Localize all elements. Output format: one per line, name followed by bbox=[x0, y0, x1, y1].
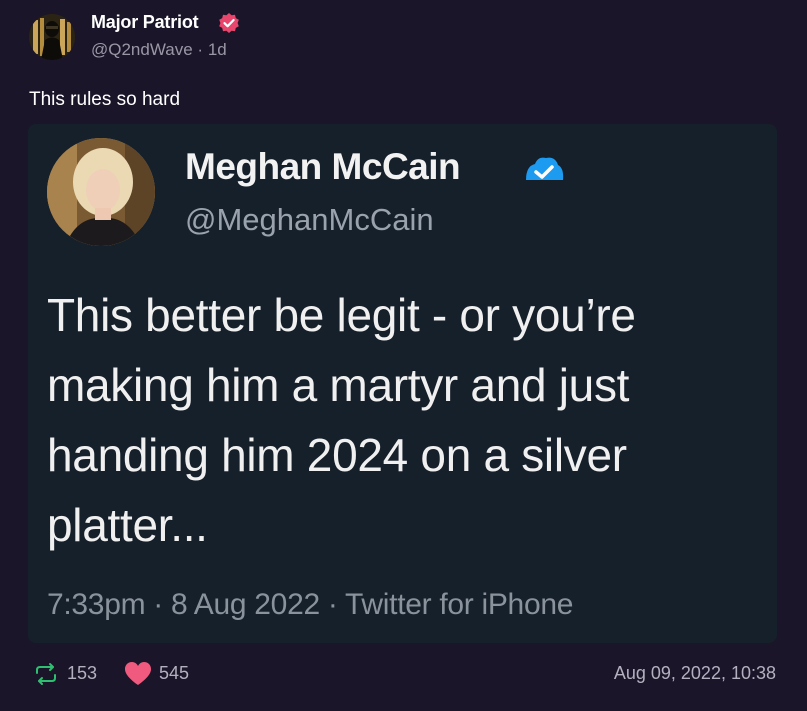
retweet-count: 153 bbox=[67, 663, 98, 683]
retweet-icon bbox=[36, 663, 56, 685]
twitter-verified-badge-icon bbox=[526, 157, 564, 180]
author-name[interactable]: Major Patriot bbox=[91, 12, 199, 33]
author-handle-line: @Q2ndWave · 1d bbox=[91, 40, 227, 60]
post-age[interactable]: 1d bbox=[208, 40, 227, 59]
post-timestamp[interactable]: Aug 09, 2022, 10:38 bbox=[614, 663, 776, 684]
embedded-author-name: Meghan McCain bbox=[185, 146, 461, 187]
embedded-avatar-image bbox=[47, 138, 155, 246]
embedded-tweet-text: This better be legit - or you’re making … bbox=[47, 289, 636, 551]
embedded-author-avatar bbox=[47, 138, 155, 246]
author-handle[interactable]: @Q2ndWave bbox=[91, 40, 193, 59]
verified-badge-icon bbox=[219, 13, 239, 33]
author-avatar[interactable] bbox=[29, 14, 75, 60]
post-text: This rules so hard bbox=[29, 89, 181, 110]
embedded-tweet-meta: 7:33pm · 8 Aug 2022 · Twitter for iPhone bbox=[47, 588, 574, 621]
author-avatar-image bbox=[29, 14, 75, 60]
embedded-author-handle: @MeghanMcCain bbox=[185, 202, 434, 237]
post-card: Major Patriot @Q2ndWave · 1d This rules … bbox=[0, 0, 807, 711]
embedded-tweet-image[interactable]: Meghan McCain @MeghanMcCain This better … bbox=[28, 124, 777, 643]
handle-separator: · bbox=[197, 40, 204, 59]
like-count: 545 bbox=[159, 663, 190, 683]
heart-icon bbox=[125, 662, 151, 685]
